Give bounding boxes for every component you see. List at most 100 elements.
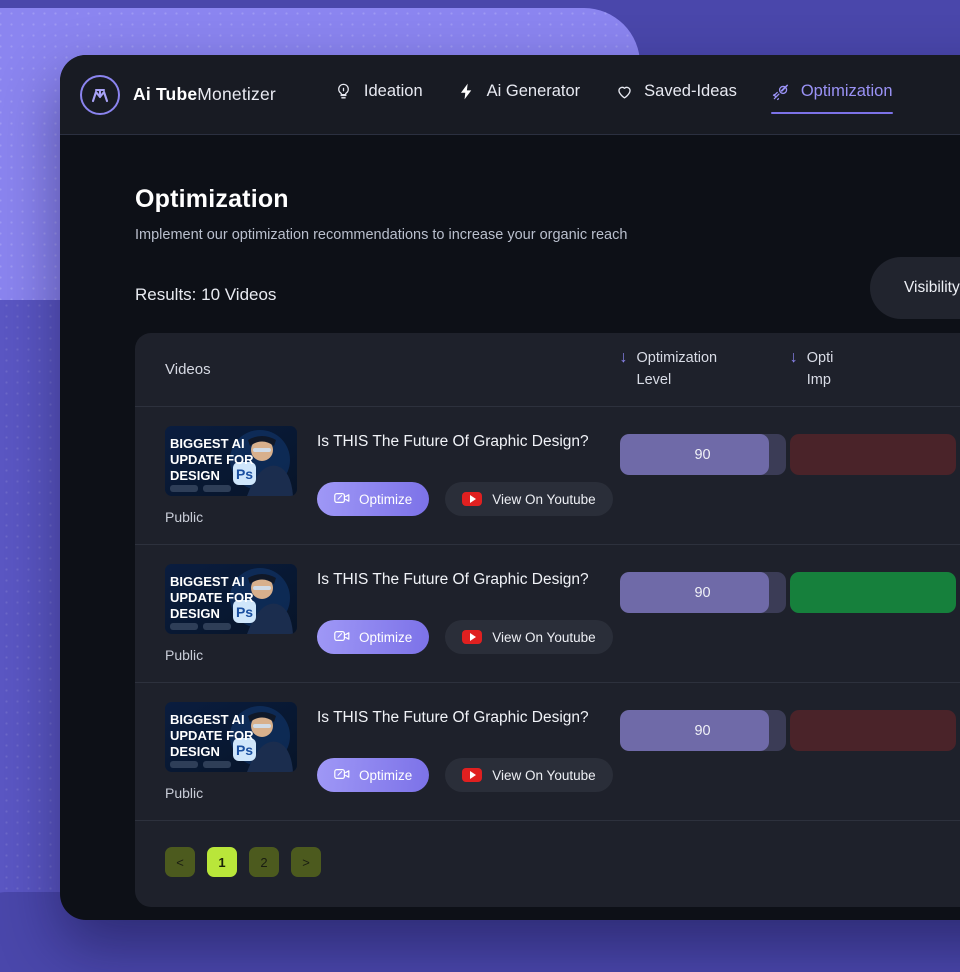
page-title: Optimization [135, 185, 289, 213]
column-header-line2: Imp [806, 371, 831, 388]
svg-text:DESIGN: DESIGN [170, 606, 220, 621]
youtube-play-icon [462, 768, 483, 783]
view-on-youtube-label: View On Youtube [492, 629, 596, 645]
thumbnail-block: Ps BIGGEST AI UPDATE FOR DESIGN Public [165, 564, 297, 663]
nav-item-saved-ideas[interactable]: Saved-Ideas [614, 82, 737, 108]
optimize-button[interactable]: Optimize [317, 620, 430, 655]
arrow-down-icon: ↓ [619, 349, 628, 367]
column-header-line1: Optimization [636, 350, 718, 367]
svg-text:UPDATE FOR: UPDATE FOR [170, 452, 254, 467]
optimization-impact-badge [789, 710, 956, 751]
visibility-filter-label: Visibility (Al [904, 279, 960, 296]
optimization-impact-cell [789, 426, 960, 475]
column-header-line1: Opti [806, 350, 834, 367]
page-content: Optimization Implement our optimization … [60, 135, 960, 907]
column-header-optimization-impact[interactable]: ↓ Opti Imp [790, 348, 960, 390]
optimization-level-cell: 90 [619, 426, 790, 475]
view-on-youtube-label: View On Youtube [492, 491, 596, 507]
optimize-button-label: Optimize [359, 491, 413, 507]
optimize-button-label: Optimize [359, 629, 413, 645]
optimization-level-cell: 90 [619, 702, 790, 751]
optimize-button[interactable]: Optimize [317, 482, 430, 517]
view-on-youtube-button[interactable]: View On Youtube [445, 482, 613, 517]
nav-item-ideation[interactable]: Ideation [334, 82, 423, 108]
brand-name-bold: Ai Tube [133, 84, 198, 104]
page-subtitle: Implement our optimization recommendatio… [135, 227, 628, 243]
optimization-level-bar: 90 [619, 710, 786, 751]
optimization-level-bar: 90 [619, 572, 786, 613]
table-row: Ps BIGGEST AI UPDATE FOR DESIGN Public I… [135, 545, 960, 683]
row-actions: Optimize View On Youtube [317, 620, 620, 655]
heart-icon [614, 82, 634, 102]
optimization-impact-badge [789, 434, 956, 475]
video-title: Is THIS The Future Of Graphic Design? [317, 709, 589, 726]
svg-text:UPDATE FOR: UPDATE FOR [170, 728, 254, 743]
video-cell: Ps BIGGEST AI UPDATE FOR DESIGN Public I… [165, 702, 620, 801]
video-thumbnail[interactable]: Ps BIGGEST AI UPDATE FOR DESIGN [165, 702, 297, 772]
arrow-down-icon: ↓ [789, 349, 798, 367]
video-visibility: Public [165, 509, 204, 525]
table-row: Ps BIGGEST AI UPDATE FOR DESIGN Public I… [135, 407, 960, 545]
lightning-bolt-icon [457, 82, 477, 102]
lightbulb-icon [334, 82, 354, 102]
table-header-row: Videos ↓ Optimization Level ↓ Opti Imp [135, 333, 960, 407]
video-edit-icon [334, 629, 350, 646]
optimization-level-value: 90 [694, 446, 711, 463]
pagination-next-button[interactable]: > [291, 847, 321, 877]
video-details: Is THIS The Future Of Graphic Design? Op… [317, 564, 620, 663]
svg-text:DESIGN: DESIGN [170, 468, 220, 483]
video-cell: Ps BIGGEST AI UPDATE FOR DESIGN Public I… [165, 426, 620, 525]
view-on-youtube-button[interactable]: View On Youtube [445, 620, 613, 655]
thumbnail-block: Ps BIGGEST AI UPDATE FOR DESIGN Public [165, 426, 297, 525]
optimization-level-value: 90 [694, 584, 711, 601]
svg-text:BIGGEST AI: BIGGEST AI [170, 574, 245, 589]
nav-item-label: Saved-Ideas [644, 82, 737, 100]
svg-text:BIGGEST AI: BIGGEST AI [170, 436, 245, 451]
svg-text:Ps: Ps [236, 466, 253, 482]
youtube-play-icon [462, 630, 483, 645]
video-thumbnail[interactable]: Ps BIGGEST AI UPDATE FOR DESIGN [165, 426, 297, 496]
optimization-level-value: 90 [694, 722, 711, 739]
nav-item-label: Ideation [363, 82, 423, 100]
monogram-logo-icon [80, 74, 120, 115]
optimization-impact-cell [789, 702, 960, 751]
svg-text:Ps: Ps [236, 604, 253, 620]
svg-text:Ps: Ps [236, 742, 253, 758]
svg-text:BIGGEST AI: BIGGEST AI [170, 712, 245, 727]
view-on-youtube-label: View On Youtube [492, 767, 596, 783]
videos-table: Videos ↓ Optimization Level ↓ Opti Imp P… [135, 333, 960, 907]
optimization-impact-cell [789, 564, 960, 613]
pagination: < 1 2 > [135, 821, 960, 907]
youtube-play-icon [462, 492, 483, 507]
video-details: Is THIS The Future Of Graphic Design? Op… [317, 426, 620, 525]
nav-item-ai-generator[interactable]: Ai Generator [457, 82, 581, 108]
thumbnail-block: Ps BIGGEST AI UPDATE FOR DESIGN Public [165, 702, 297, 801]
column-header-optimization-level-text: Optimization Level [637, 348, 718, 390]
pagination-page-2[interactable]: 2 [249, 847, 279, 877]
table-row: Ps BIGGEST AI UPDATE FOR DESIGN Public I… [135, 683, 960, 821]
row-actions: Optimize View On Youtube [317, 758, 620, 793]
nav-item-label: Ai Generator [486, 82, 581, 100]
results-count: Results: 10 Videos [135, 285, 277, 304]
optimization-level-cell: 90 [619, 564, 790, 613]
optimization-level-bar: 90 [619, 434, 786, 475]
optimize-button[interactable]: Optimize [317, 758, 430, 793]
top-navigation-bar: Ai TubeMonetizer Ideation Ai Generator S… [60, 55, 960, 135]
video-edit-icon [334, 767, 350, 784]
pagination-page-1[interactable]: 1 [207, 847, 237, 877]
column-header-optimization-level[interactable]: ↓ Optimization Level [620, 348, 790, 390]
video-cell: Ps BIGGEST AI UPDATE FOR DESIGN Public I… [165, 564, 620, 663]
view-on-youtube-button[interactable]: View On Youtube [445, 758, 613, 793]
video-title: Is THIS The Future Of Graphic Design? [317, 433, 589, 450]
brand-name: Ai TubeMonetizer [133, 84, 276, 105]
optimization-impact-badge [789, 572, 956, 613]
optimize-button-label: Optimize [359, 767, 413, 783]
column-header-optimization-impact-text: Opti Imp [807, 348, 834, 390]
pagination-prev-button[interactable]: < [165, 847, 195, 877]
brand-name-light: Monetizer [197, 84, 276, 104]
video-thumbnail[interactable]: Ps BIGGEST AI UPDATE FOR DESIGN [165, 564, 297, 634]
visibility-filter-dropdown[interactable]: Visibility (Al [870, 257, 960, 319]
nav-items: Ideation Ai Generator Saved-Ideas Optimi… [334, 82, 893, 114]
brand-logo[interactable]: Ai TubeMonetizer [80, 74, 276, 115]
nav-item-optimization[interactable]: Optimization [770, 82, 893, 114]
